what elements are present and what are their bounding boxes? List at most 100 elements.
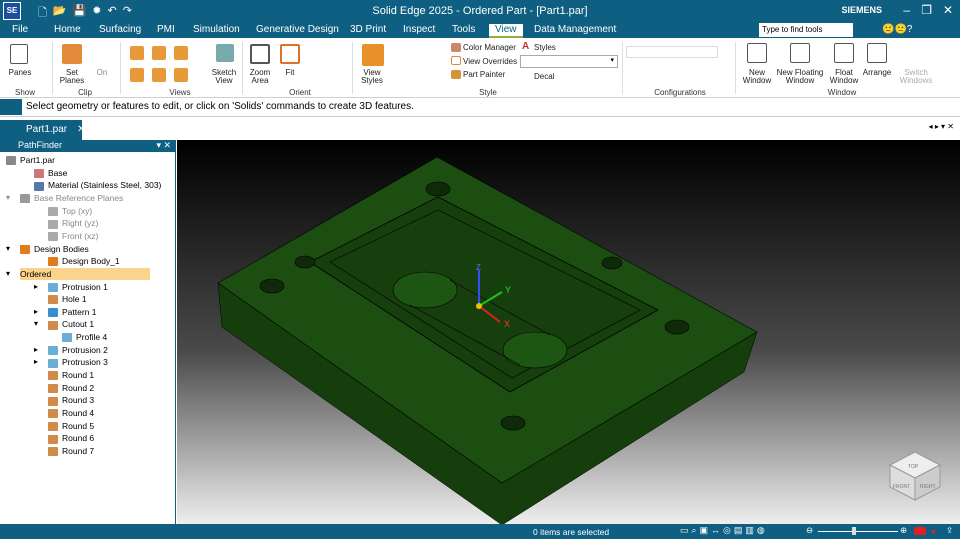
- tree-item[interactable]: Front (xz): [48, 230, 98, 242]
- new-window-icon[interactable]: [747, 43, 767, 63]
- zoom-slider[interactable]: [818, 527, 898, 535]
- feedback-icons[interactable]: 🙂🙁?: [882, 24, 912, 35]
- tab-generative-design[interactable]: Generative Design: [256, 24, 339, 35]
- styles-button[interactable]: Styles: [534, 44, 556, 52]
- part-model[interactable]: Y X Z TOP FRONT RIGHT: [177, 140, 960, 526]
- view-front-icon[interactable]: [152, 68, 166, 82]
- new-floating-window-icon[interactable]: [790, 43, 810, 63]
- zoom-area-button[interactable]: Zoom Area: [245, 69, 275, 85]
- prompt-icon[interactable]: [0, 99, 22, 115]
- clip-on-button[interactable]: On: [90, 69, 114, 77]
- view-right-icon[interactable]: [174, 46, 188, 60]
- zoom-area-icon[interactable]: [250, 44, 270, 64]
- tab-home[interactable]: Home: [54, 24, 81, 35]
- minimize-button[interactable]: –: [903, 3, 910, 17]
- tree-item-label: Design Body_1: [62, 256, 120, 267]
- close-tab-icon[interactable]: ✕: [77, 124, 85, 135]
- expand-toggle-icon[interactable]: ▾: [6, 192, 10, 204]
- search-input[interactable]: Type to find tools: [759, 23, 853, 37]
- tree-item[interactable]: ▸ Pattern 1: [34, 306, 97, 318]
- view-bottom-icon[interactable]: [174, 68, 188, 82]
- tab-3d-print[interactable]: 3D Print: [350, 24, 386, 35]
- tab-pmi[interactable]: PMI: [157, 24, 175, 35]
- tree-item[interactable]: ▸ Protrusion 3: [34, 356, 108, 368]
- tree-item[interactable]: ▾ Cutout 1: [34, 318, 94, 330]
- new-window-button[interactable]: New Window: [740, 69, 774, 85]
- share-icon[interactable]: ⇪: [946, 525, 953, 536]
- zoom-in-icon[interactable]: ⊕: [900, 525, 907, 536]
- document-tab[interactable]: Part1.par ✕: [0, 120, 86, 141]
- style-dropdown[interactable]: ▾: [520, 55, 618, 68]
- panes-icon[interactable]: [10, 44, 28, 64]
- tree-item[interactable]: Round 6: [48, 432, 94, 444]
- tree-item[interactable]: Round 1: [48, 369, 94, 381]
- close-button[interactable]: ✕: [943, 3, 953, 17]
- panes-button[interactable]: Panes: [5, 69, 35, 77]
- tab-file[interactable]: File: [12, 24, 28, 35]
- color-manager-button[interactable]: Color Manager: [463, 44, 516, 52]
- restore-button[interactable]: ❐: [921, 3, 932, 17]
- fit-icon[interactable]: [280, 44, 300, 64]
- record-icon[interactable]: ●: [931, 526, 936, 536]
- tab-simulation[interactable]: Simulation: [193, 24, 240, 35]
- view-styles-button[interactable]: View Styles: [356, 69, 388, 85]
- tree-item[interactable]: ▾ Base Reference Planes: [6, 192, 123, 204]
- tree-item[interactable]: Round 7: [48, 445, 94, 457]
- tree-item[interactable]: Base: [34, 167, 67, 179]
- sketch-view-button[interactable]: Sketch View: [208, 69, 240, 85]
- view-control-icons[interactable]: ▭⌕▣↔◎▤▥◍: [680, 525, 768, 536]
- switch-windows-button[interactable]: Switch Windows: [898, 69, 934, 85]
- tree-item[interactable]: Hole 1: [48, 293, 87, 305]
- new-floating-window-button[interactable]: New Floating Window: [774, 69, 826, 85]
- tree-item[interactable]: Design Body_1: [48, 255, 120, 267]
- expand-toggle-icon[interactable]: ▸: [34, 281, 38, 293]
- sketch-view-icon[interactable]: [216, 44, 234, 62]
- view-iso-icon[interactable]: [130, 46, 144, 60]
- tree-item[interactable]: Round 2: [48, 382, 94, 394]
- expand-toggle-icon[interactable]: ▸: [34, 356, 38, 368]
- configuration-dropdown[interactable]: [626, 46, 718, 58]
- tab-tools[interactable]: Tools: [452, 24, 475, 35]
- set-planes-icon[interactable]: [62, 44, 82, 64]
- part-painter-button[interactable]: Part Painter: [463, 71, 505, 79]
- tree-item[interactable]: Right (yz): [48, 217, 98, 229]
- tree-item[interactable]: Round 4: [48, 407, 94, 419]
- view-overrides-button[interactable]: View Overrides: [463, 58, 517, 66]
- graphics-viewport[interactable]: Y X Z TOP FRONT RIGHT: [177, 140, 960, 526]
- tab-inspect[interactable]: Inspect: [403, 24, 435, 35]
- tree-item[interactable]: ▸ Protrusion 1: [34, 281, 108, 293]
- tree-item[interactable]: Profile 4: [62, 331, 107, 343]
- tab-surfacing[interactable]: Surfacing: [99, 24, 141, 35]
- expand-toggle-icon[interactable]: ▾: [6, 243, 10, 255]
- zoom-out-icon[interactable]: ⊖: [806, 525, 813, 536]
- tree-item[interactable]: Top (xy): [48, 205, 92, 217]
- tree-item[interactable]: ▾ Design Bodies: [6, 243, 89, 255]
- fit-button[interactable]: Fit: [276, 69, 304, 77]
- tree-item[interactable]: Round 3: [48, 394, 94, 406]
- tab-view[interactable]: View: [489, 24, 523, 38]
- expand-toggle-icon[interactable]: ▾: [34, 318, 38, 330]
- tree-item[interactable]: ▸ Protrusion 2: [34, 344, 108, 356]
- video-icon[interactable]: [914, 527, 926, 535]
- tab-data-management[interactable]: Data Management: [534, 24, 616, 35]
- arrange-icon[interactable]: [867, 43, 887, 63]
- view-top-icon[interactable]: [152, 46, 166, 60]
- decal-button[interactable]: Decal: [534, 73, 554, 81]
- float-window-button[interactable]: Float Window: [827, 69, 861, 85]
- view-cube[interactable]: TOP FRONT RIGHT: [888, 451, 942, 501]
- arrange-button[interactable]: Arrange: [860, 69, 894, 77]
- expand-toggle-icon[interactable]: ▸: [34, 306, 38, 318]
- tree-item[interactable]: Material (Stainless Steel, 303): [34, 179, 161, 191]
- tree-item[interactable]: ▾Part1.par: [6, 154, 55, 166]
- set-planes-button[interactable]: Set Planes: [57, 69, 87, 85]
- tree-item[interactable]: Round 5: [48, 420, 94, 432]
- pane-options-icon[interactable]: ▾ ✕: [156, 140, 171, 151]
- view-styles-icon[interactable]: [362, 44, 384, 66]
- expand-toggle-icon[interactable]: ▸: [34, 344, 38, 356]
- tree-item[interactable]: ▾ Ordered: [6, 267, 150, 280]
- float-window-icon[interactable]: [834, 43, 854, 63]
- expand-toggle-icon[interactable]: ▾: [6, 268, 10, 280]
- view-left-icon[interactable]: [130, 68, 144, 82]
- tab-scroll-icons[interactable]: ◂ ▸ ▾ ✕: [929, 122, 954, 131]
- group-orient: Orient: [289, 88, 311, 97]
